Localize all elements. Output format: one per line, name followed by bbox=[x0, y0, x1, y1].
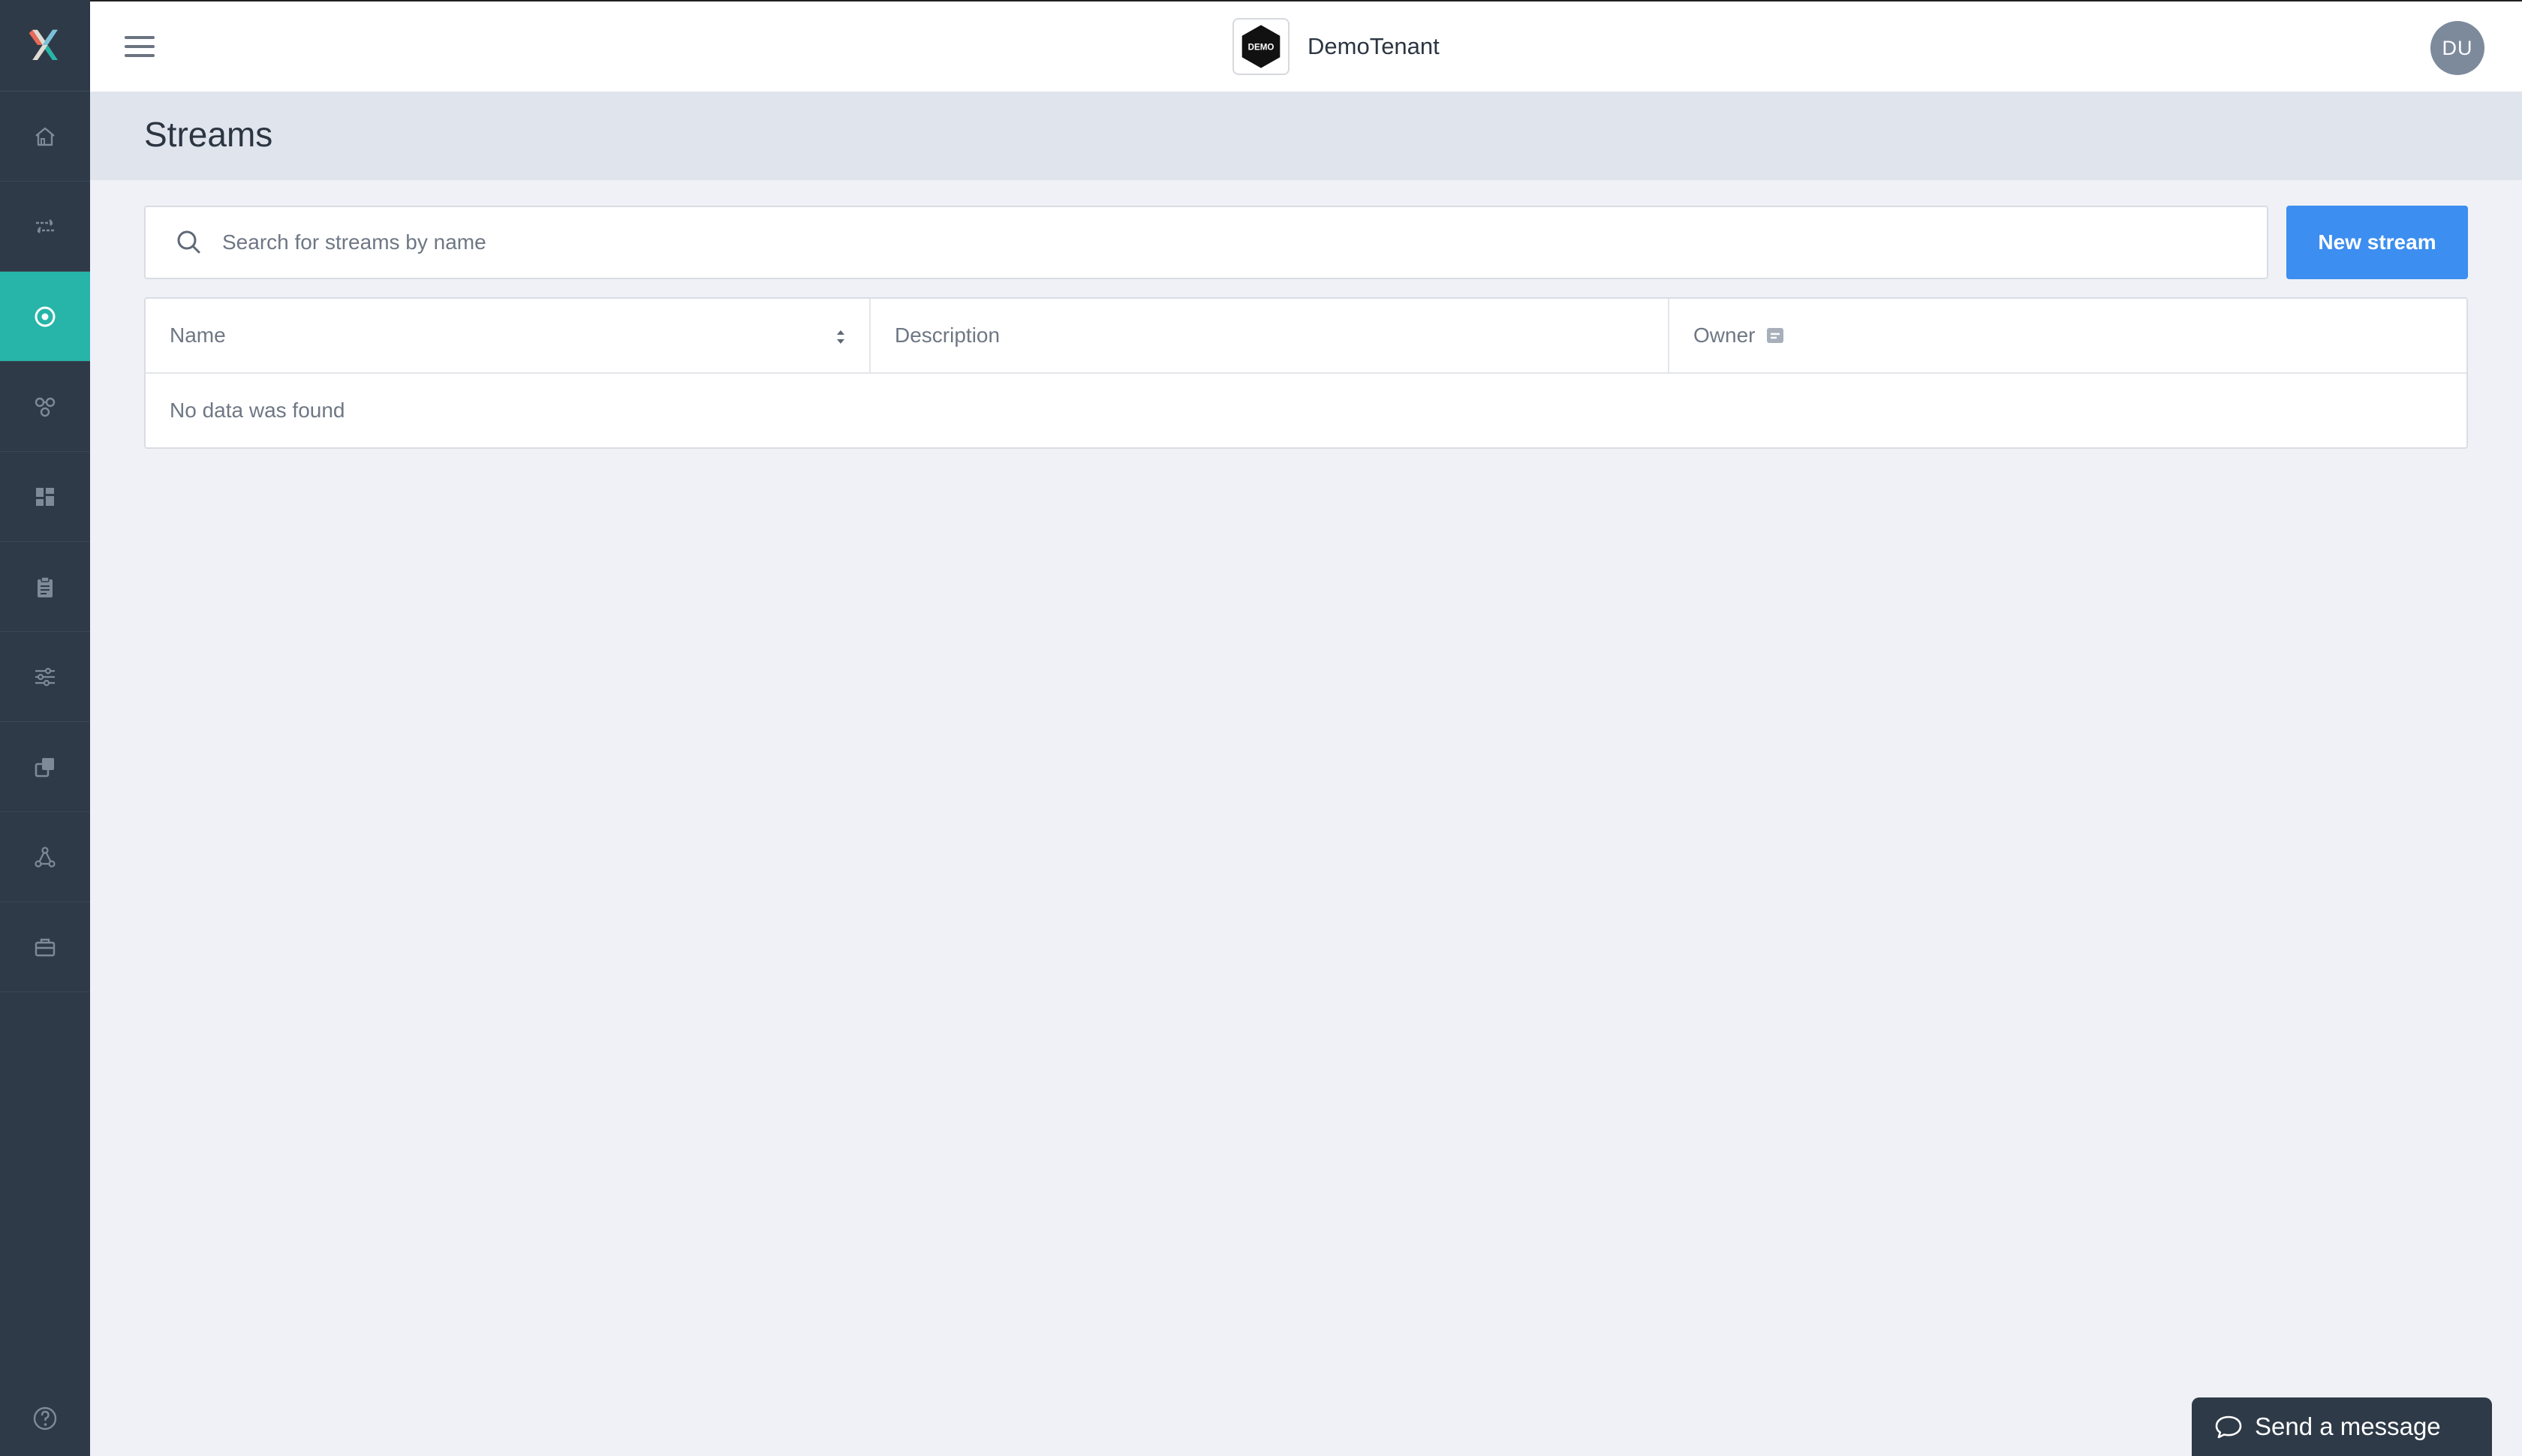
column-header-owner: Owner bbox=[1669, 299, 2466, 372]
menu-toggle-button[interactable] bbox=[123, 32, 156, 62]
column-header-description: Description bbox=[871, 299, 1669, 372]
column-header-description-label: Description bbox=[895, 323, 1001, 347]
new-stream-button[interactable]: New stream bbox=[2286, 206, 2468, 279]
pipelines-icon bbox=[35, 397, 56, 417]
search-box bbox=[144, 206, 2268, 279]
column-header-name-label: Name bbox=[170, 323, 226, 347]
help-icon bbox=[33, 1406, 57, 1430]
user-avatar[interactable]: DU bbox=[2430, 21, 2484, 75]
page-title: Streams bbox=[144, 115, 273, 154]
hamburger-icon bbox=[125, 36, 155, 39]
chat-bubble-icon bbox=[2215, 1415, 2242, 1439]
sidebar bbox=[0, 0, 90, 1456]
home-icon bbox=[35, 127, 55, 146]
transfer-arrows-icon bbox=[36, 218, 54, 234]
app-logo-icon bbox=[29, 29, 58, 60]
table-header: Name Description Owner bbox=[146, 299, 2466, 374]
hamburger-icon-line bbox=[125, 45, 155, 48]
clipboard-icon bbox=[38, 576, 53, 597]
streams-table: Name Description Owner No data was found bbox=[144, 297, 2468, 449]
column-header-name[interactable]: Name bbox=[146, 299, 871, 372]
help-button[interactable] bbox=[0, 1381, 90, 1456]
sidebar-item-settings[interactable] bbox=[0, 632, 90, 722]
tenant-logo: DEMO bbox=[1232, 18, 1290, 75]
sidebar-item-cluster[interactable] bbox=[0, 812, 90, 902]
empty-state-text: No data was found bbox=[170, 399, 345, 422]
briefcase-icon bbox=[35, 938, 56, 956]
send-message-label: Send a message bbox=[2255, 1412, 2441, 1440]
page-header: Streams bbox=[90, 92, 2522, 180]
search-input[interactable] bbox=[222, 209, 2267, 276]
owner-info-icon[interactable] bbox=[1765, 326, 1785, 345]
column-header-owner-label: Owner bbox=[1693, 323, 1756, 347]
sidebar-item-transfers[interactable] bbox=[0, 182, 90, 272]
sidebar-item-reports[interactable] bbox=[0, 542, 90, 632]
tenant-logo-icon: DEMO bbox=[1241, 25, 1281, 68]
copy-icon bbox=[35, 757, 54, 777]
dashboard-grid-icon bbox=[36, 487, 54, 506]
sidebar-item-dashboards[interactable] bbox=[0, 452, 90, 542]
tenant-switcher[interactable]: DEMO DemoTenant bbox=[1232, 18, 1440, 75]
top-bar: DEMO DemoTenant DU bbox=[90, 0, 2522, 92]
stream-target-icon bbox=[35, 306, 56, 326]
network-icon bbox=[35, 846, 56, 868]
send-message-button[interactable]: Send a message bbox=[2192, 1397, 2492, 1456]
search-icon bbox=[177, 230, 200, 254]
tenant-logo-text: DEMO bbox=[1248, 43, 1275, 52]
sliders-icon bbox=[35, 667, 55, 686]
app-logo[interactable] bbox=[0, 0, 90, 92]
sidebar-item-pipelines[interactable] bbox=[0, 362, 90, 452]
sidebar-item-tools[interactable] bbox=[0, 902, 90, 992]
hamburger-icon-line bbox=[125, 54, 155, 57]
sidebar-item-content-packs[interactable] bbox=[0, 722, 90, 812]
sidebar-item-streams[interactable] bbox=[0, 272, 90, 362]
sort-icon[interactable] bbox=[833, 326, 848, 348]
sidebar-item-home[interactable] bbox=[0, 92, 90, 182]
tenant-name: DemoTenant bbox=[1308, 33, 1440, 59]
